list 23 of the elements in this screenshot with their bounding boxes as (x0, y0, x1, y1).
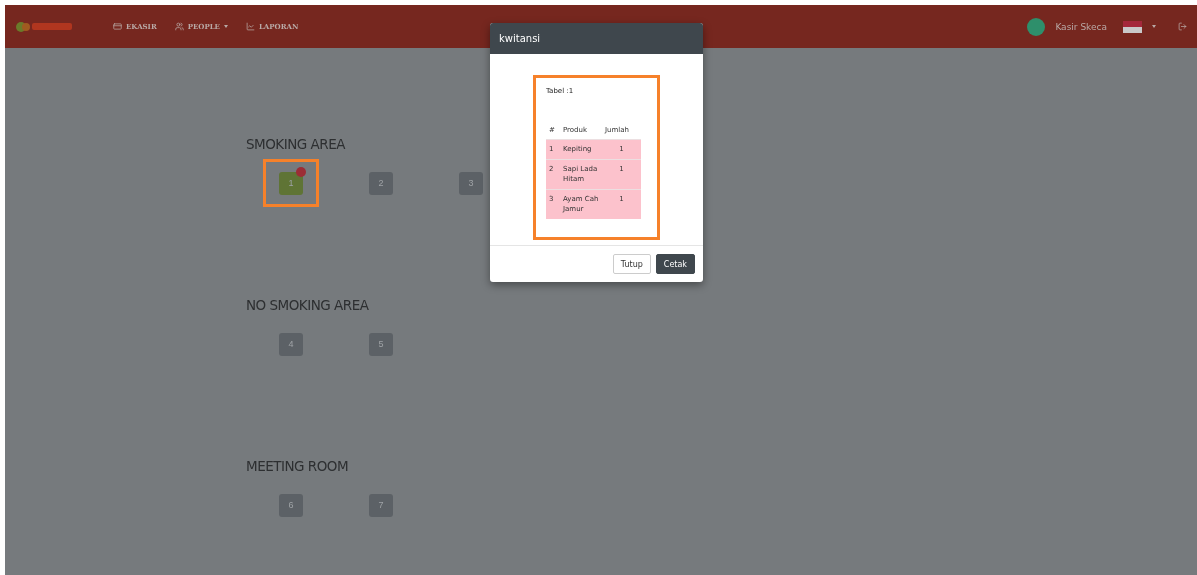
area-title: MEETING ROOM (246, 458, 349, 474)
table-button[interactable]: 2 (369, 171, 393, 195)
user-name[interactable]: Kasir Skeca (1055, 21, 1107, 32)
status-dot (296, 167, 306, 177)
area-title: NO SMOKING AREA (246, 297, 369, 313)
flag-icon[interactable] (1123, 20, 1142, 33)
caret-icon (1152, 25, 1156, 28)
area-title: SMOKING AREA (246, 136, 345, 152)
chart-icon (245, 22, 255, 31)
table-button[interactable]: 3 (459, 171, 483, 195)
print-button[interactable]: Cetak (655, 254, 695, 274)
caret-icon (223, 25, 228, 28)
logout-icon[interactable] (1178, 22, 1187, 31)
avatar-icon (1027, 17, 1046, 36)
table-button[interactable]: 1 (279, 171, 303, 195)
table-button[interactable]: 5 (369, 332, 393, 356)
dialog-title: kwitansi (490, 23, 703, 54)
people-icon (174, 22, 184, 31)
logo-icon (15, 19, 73, 34)
close-button[interactable]: Tutup (612, 254, 651, 274)
table-button[interactable]: 6 (279, 493, 303, 517)
card-icon (113, 22, 122, 31)
table-button[interactable]: 7 (369, 493, 393, 517)
